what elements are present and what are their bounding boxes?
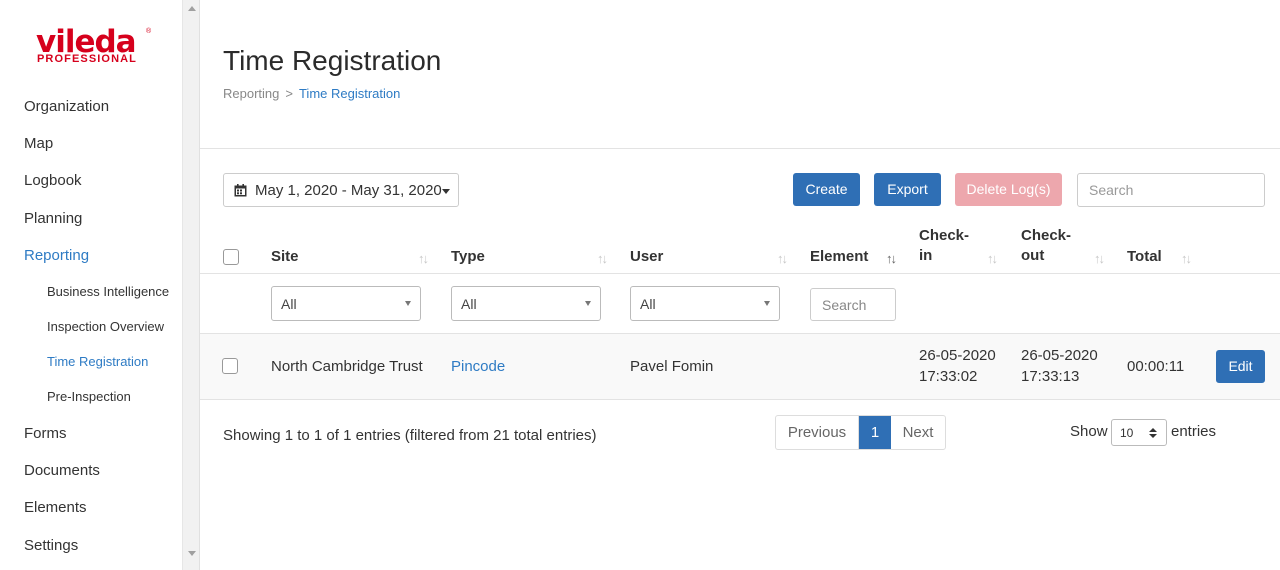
cell-check-in-date: 26-05-2020 (919, 347, 996, 364)
column-header-element[interactable]: Element (810, 247, 868, 267)
export-button[interactable]: Export (874, 173, 941, 206)
column-header-check-out-line1: Check- (1021, 227, 1072, 244)
sidebar: vileda ® PROFESSIONAL Organization Map L… (0, 0, 183, 570)
delete-logs-button[interactable]: Delete Log(s) (955, 173, 1062, 206)
dropdown-arrow-icon (585, 301, 591, 306)
sidebar-item-elements[interactable]: Elements (24, 499, 87, 516)
pagination-previous[interactable]: Previous (776, 416, 859, 449)
column-header-site[interactable]: Site (271, 247, 299, 267)
type-filter-value: All (461, 296, 477, 312)
breadcrumb-separator: > (285, 86, 293, 101)
cell-check-out-time: 17:33:13 (1021, 368, 1080, 385)
element-filter-search[interactable]: Search (810, 288, 896, 321)
dropdown-arrow-icon (405, 301, 411, 306)
create-button[interactable]: Create (793, 173, 860, 206)
site-filter-value: All (281, 296, 297, 312)
sidebar-subitem-inspection-overview[interactable]: Inspection Overview (47, 319, 164, 334)
search-input[interactable]: Search (1077, 173, 1265, 207)
sidebar-item-forms[interactable]: Forms (24, 425, 67, 442)
page-title: Time Registration (223, 45, 442, 76)
sort-icon[interactable]: ↑↓ (777, 251, 788, 266)
edit-button[interactable]: Edit (1216, 350, 1265, 383)
column-header-check-in-line2: in (919, 247, 933, 264)
scroll-down-icon[interactable] (188, 551, 196, 556)
sidebar-item-map[interactable]: Map (24, 135, 53, 152)
cell-type-link[interactable]: Pincode (451, 356, 505, 377)
column-header-check-out[interactable]: Check- out (1021, 226, 1071, 266)
breadcrumb-current: Time Registration (298, 86, 401, 101)
sort-icon[interactable]: ↑↓ (1094, 251, 1105, 266)
page-size-select[interactable]: 10 (1111, 419, 1167, 446)
user-filter-value: All (640, 296, 656, 312)
column-header-check-out-line2: out (1021, 247, 1045, 264)
cell-total: 00:00:11 (1127, 358, 1185, 375)
sort-icon[interactable]: ↑↓ (597, 251, 608, 266)
column-header-type[interactable]: Type (451, 247, 485, 267)
sidebar-item-documents[interactable]: Documents (24, 462, 100, 479)
sort-icon[interactable]: ↑↓ (987, 251, 998, 266)
cell-site: North Cambridge Trust (271, 358, 423, 375)
cell-user: Pavel Fomin (630, 358, 714, 375)
sidebar-item-logbook[interactable]: Logbook (24, 172, 82, 189)
sort-icon[interactable]: ↑↓ (1181, 251, 1192, 266)
date-range-label: May 1, 2020 - May 31, 2020 (255, 182, 442, 199)
column-header-user[interactable]: User (630, 247, 663, 267)
sort-icon[interactable]: ↑↓ (418, 251, 429, 266)
scroll-up-icon[interactable] (188, 6, 196, 11)
pagination-next[interactable]: Next (891, 416, 945, 449)
row-checkbox[interactable] (222, 358, 238, 374)
cell-check-in-time: 17:33:02 (919, 368, 978, 385)
sidebar-subitem-time-registration[interactable]: Time Registration (47, 354, 148, 369)
user-filter-select[interactable]: All (630, 286, 780, 321)
sort-active-icon[interactable]: ↑↓ (886, 251, 897, 266)
vileda-logo[interactable]: vileda ® PROFESSIONAL (36, 16, 152, 68)
breadcrumb-parent[interactable]: Reporting (223, 86, 279, 101)
sidebar-scrollbar[interactable] (183, 0, 200, 570)
cell-check-out: 26-05-2020 17:33:13 (1021, 345, 1098, 387)
table-info: Showing 1 to 1 of 1 entries (filtered fr… (223, 427, 597, 444)
sidebar-item-organization[interactable]: Organization (24, 98, 109, 115)
date-range-picker[interactable]: May 1, 2020 - May 31, 2020 (223, 173, 459, 207)
site-filter-select[interactable]: All (271, 286, 421, 321)
column-header-total[interactable]: Total (1127, 247, 1162, 267)
caret-down-icon (442, 189, 450, 194)
cell-check-in: 26-05-2020 17:33:02 (919, 345, 996, 387)
breadcrumb: Reporting > Time Registration (223, 86, 400, 101)
calendar-icon (234, 184, 247, 197)
pagination-page-1[interactable]: 1 (859, 416, 891, 449)
divider (200, 399, 1280, 400)
sidebar-subitem-business-intelligence[interactable]: Business Intelligence (47, 284, 169, 299)
show-label: Show (1070, 423, 1108, 440)
cell-check-out-date: 26-05-2020 (1021, 347, 1098, 364)
sidebar-item-planning[interactable]: Planning (24, 210, 82, 227)
divider (200, 273, 1280, 274)
entries-label: entries (1171, 423, 1217, 440)
pagination: Previous 1 Next (775, 415, 946, 450)
logo-registered-mark: ® (146, 28, 152, 35)
sidebar-subitem-pre-inspection[interactable]: Pre-Inspection (47, 389, 131, 404)
type-filter-select[interactable]: All (451, 286, 601, 321)
sidebar-item-reporting[interactable]: Reporting (24, 247, 89, 264)
select-all-checkbox[interactable] (223, 249, 239, 265)
page-header: Time Registration Reporting > Time Registr… (200, 0, 1280, 149)
up-down-arrow-icon (1149, 428, 1157, 438)
column-header-check-in[interactable]: Check- in (919, 226, 969, 266)
page-size-value: 10 (1120, 426, 1134, 440)
logo-subtitle: PROFESSIONAL (37, 53, 137, 65)
sidebar-item-settings[interactable]: Settings (24, 537, 78, 554)
dropdown-arrow-icon (764, 301, 770, 306)
column-header-check-in-line1: Check- (919, 227, 970, 244)
